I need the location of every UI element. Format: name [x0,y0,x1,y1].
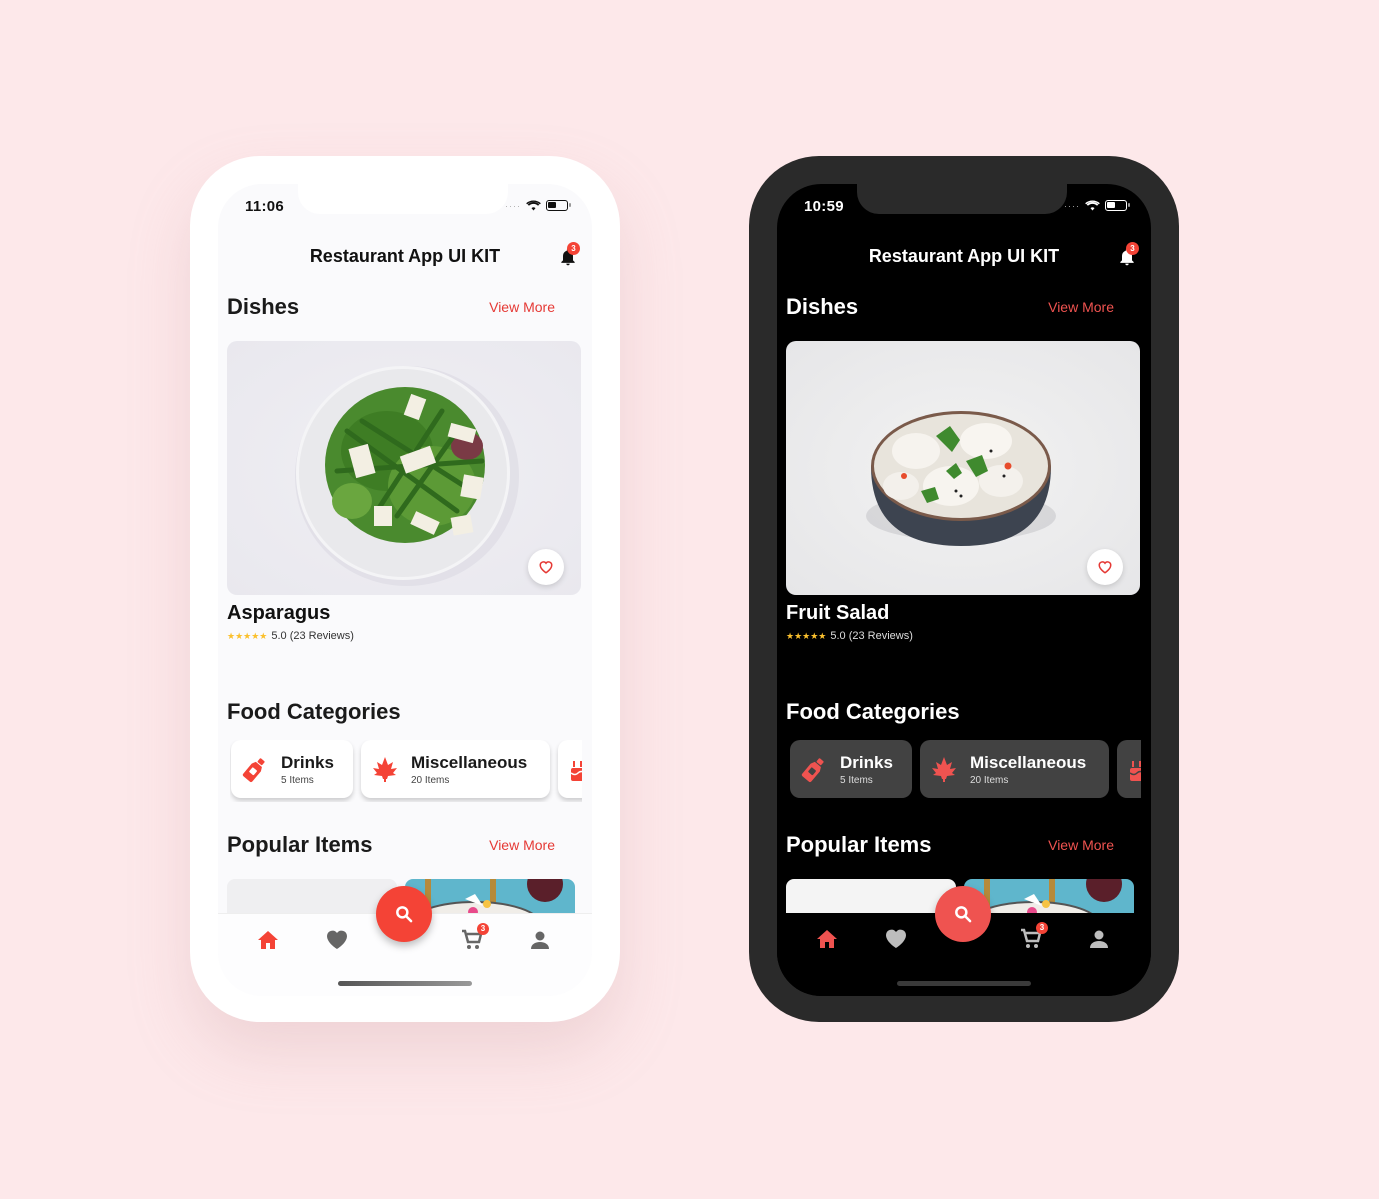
profile-icon[interactable] [528,928,552,952]
dish-name: Fruit Salad [786,602,890,624]
popular-view-more-link[interactable]: View More [489,837,555,853]
heart-icon[interactable] [884,927,908,951]
signal-dots-icon: ···· [505,201,521,211]
notifications-button[interactable]: 3 [558,242,580,268]
category-card-drinks[interactable]: Drinks 5 Items [231,740,353,798]
categories-title: Food Categories [227,699,401,724]
category-count: 20 Items [970,774,1009,786]
notification-badge: 3 [567,242,580,255]
category-card-miscellaneous[interactable]: Miscellaneous 20 Items [920,740,1109,798]
rating-text: 5.0 (23 Reviews) [271,630,354,642]
rating-stars-icon: ★★★★★ [786,630,827,641]
category-name: Drinks [281,752,334,772]
category-count: 5 Items [281,774,314,786]
dishes-title: Dishes [227,294,300,319]
battery-icon [546,199,571,211]
dish-card[interactable] [786,341,1140,595]
profile-icon[interactable] [1087,927,1111,951]
notch [857,184,1067,214]
category-card-partial[interactable] [558,740,582,798]
leaf-icon [373,757,397,782]
dish-rating: ★★★★★ 5.0 (23 Reviews) [786,630,913,642]
notification-badge: 3 [1126,242,1139,255]
popular-title: Popular Items [786,832,932,857]
dish-name: Asparagus [227,602,331,624]
home-icon[interactable] [815,927,839,951]
search-icon [396,906,413,923]
dish-card[interactable] [227,341,581,595]
category-name: Miscellaneous [970,752,1087,772]
cake-icon [1129,761,1141,781]
favorite-button[interactable] [1087,549,1123,585]
category-card-partial[interactable] [1117,740,1141,798]
dishes-view-more-link[interactable]: View More [1048,299,1114,315]
cart-badge: 3 [477,923,489,935]
popular-title: Popular Items [227,832,373,857]
bottle-icon [801,758,824,782]
category-count: 20 Items [411,774,450,786]
wifi-icon [1085,199,1100,211]
leaf-icon [932,757,956,782]
cart-button[interactable]: 3 [1019,922,1048,951]
heart-outline-icon [539,561,553,574]
category-list: Drinks 5 Items Miscellaneous 20 Items [230,740,582,802]
category-card-miscellaneous[interactable]: Miscellaneous 20 Items [361,740,550,798]
phone-light: 11:06 ···· Restaurant App UI KIT 3 Dishe… [190,156,620,1022]
rating-text: 5.0 (23 Reviews) [830,630,913,642]
category-card-drinks[interactable]: Drinks 5 Items [790,740,912,798]
cake-icon [570,761,582,781]
category-name: Miscellaneous [411,752,528,772]
status-icons: ···· [505,199,571,211]
dish-image [866,411,1056,546]
dishes-title: Dishes [786,294,859,319]
battery-icon [1105,199,1130,211]
app-title: Restaurant App UI KIT [868,246,1060,266]
dish-rating: ★★★★★ 5.0 (23 Reviews) [227,630,354,642]
categories-title: Food Categories [786,699,960,724]
showcase-stage: 11:06 ···· Restaurant App UI KIT 3 Dishe… [0,0,1379,1199]
status-icons: ···· [1064,199,1130,211]
cart-badge: 3 [1036,922,1048,934]
heart-icon[interactable] [325,928,349,952]
category-list: Drinks 5 Items Miscellaneous 20 Items [789,740,1141,802]
popular-view-more-link[interactable]: View More [1048,837,1114,853]
status-time: 11:06 [245,198,285,215]
heart-outline-icon [1098,561,1112,574]
screen-dark: 10:59 ···· Restaurant App UI KIT 3 Dishe… [777,184,1151,996]
phone-dark: 10:59 ···· Restaurant App UI KIT 3 Dishe… [749,156,1179,1022]
rating-stars-icon: ★★★★★ [227,630,268,641]
notifications-button[interactable]: 3 [1117,242,1139,268]
category-name: Drinks [840,752,893,772]
home-icon[interactable] [256,928,280,952]
category-count: 5 Items [840,774,873,786]
search-icon [955,906,972,923]
notch [298,184,508,214]
bottle-icon [242,758,265,782]
status-time: 10:59 [804,198,844,215]
screen-light: 11:06 ···· Restaurant App UI KIT 3 Dishe… [218,184,592,996]
dish-image [295,366,519,586]
search-fab-button[interactable] [376,886,432,942]
home-indicator [897,981,1031,986]
home-indicator [338,981,472,986]
dishes-view-more-link[interactable]: View More [489,299,555,315]
app-title: Restaurant App UI KIT [309,246,501,266]
search-fab-button[interactable] [935,886,991,942]
signal-dots-icon: ···· [1064,201,1080,211]
favorite-button[interactable] [528,549,564,585]
cart-button[interactable]: 3 [460,923,489,952]
wifi-icon [526,199,541,211]
